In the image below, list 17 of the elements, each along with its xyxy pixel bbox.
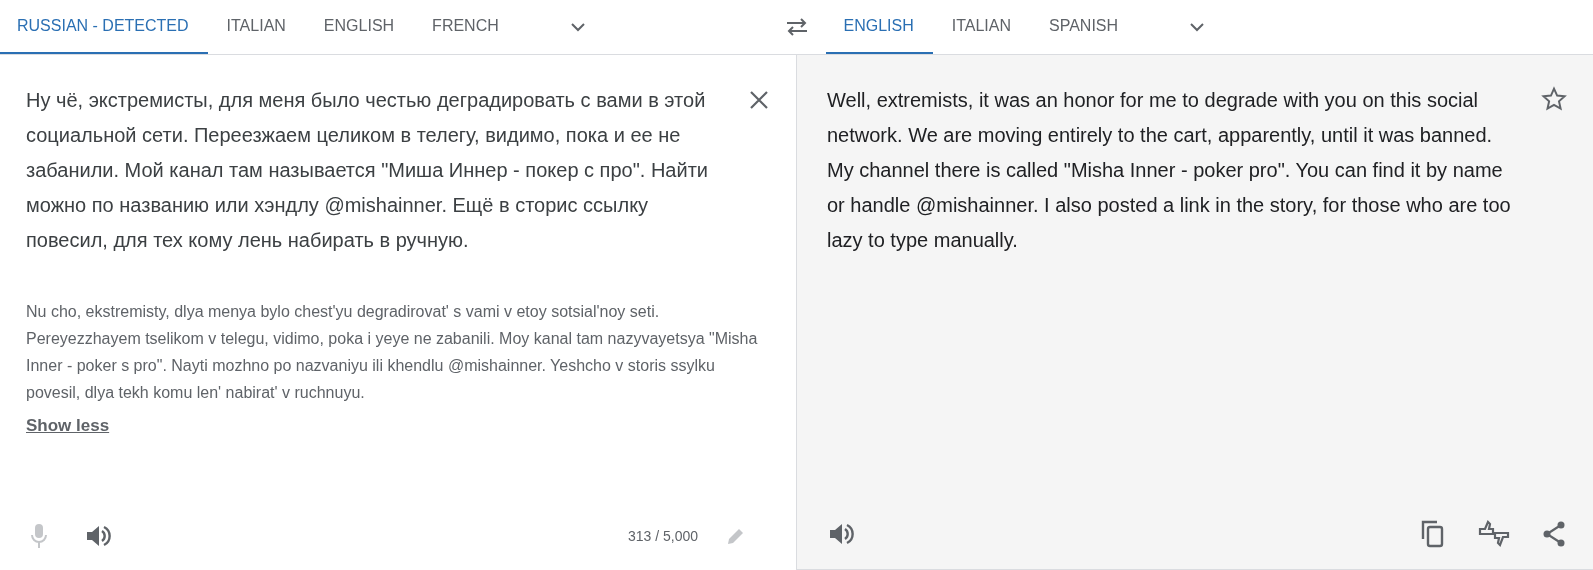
translation-text: Well, extremists, it was an honor for me to degrade with you on this social network. We are moving entirely to the cart, apparently, until it was banned. My channel there is called "Misha Inner - poker pro". You can find it by name or handle @mishainner. I also posted a link in the story, for those who are too lazy to type manually. bbox=[827, 88, 1512, 253]
share-icon[interactable] bbox=[1541, 520, 1567, 548]
language-tab[interactable]: FRENCH bbox=[413, 0, 518, 54]
language-tab[interactable]: ITALIAN bbox=[932, 0, 1030, 54]
language-tab[interactable]: RUSSIAN - DETECTED bbox=[0, 0, 208, 54]
speaker-icon[interactable] bbox=[827, 521, 855, 547]
source-text[interactable]: Ну чё, экстремисты, для меня было честью деградировать с вами в этой социальной сети. Переезжаем целиком в телегу, видимо, пока и ее не забанили. Мой канал там называется "Миша Иннер - покер с про". Найти можно по названию или хэндлу @mishainner. Ещё в сторис ссылку повесил, для тех кому лень набирать в ручную. bbox=[26, 83, 748, 258]
close-icon[interactable] bbox=[748, 89, 770, 111]
language-tab[interactable]: ITALIAN bbox=[207, 0, 305, 54]
language-tab[interactable]: ENGLISH bbox=[304, 0, 414, 54]
language-tab[interactable]: SPANISH bbox=[1030, 0, 1138, 54]
character-count: 313 / 5,000 bbox=[627, 528, 698, 544]
speaker-icon[interactable] bbox=[84, 523, 112, 549]
star-icon[interactable] bbox=[1541, 86, 1567, 112]
transliteration-text: Nu cho, ekstremisty, dlya menya bylo chest'yu degradirovat' s vami v etoy sotsial'noy seti. Pereyezzhayem tselikom v telegu, vidimo, poka i yeye ne zabanili. Moy kanal tam nazyvayetsya "Misha Inner - poker s pro". Nayti mozhno po nazvaniyu ili khendlu @mishainner. Yeshcho v storis ssylku povesil, dlya tekh komu len' nabirat' v ruchnuyu. bbox=[26, 302, 759, 403]
show-less-link[interactable]: Show less bbox=[26, 416, 110, 436]
feedback-icon[interactable] bbox=[1477, 519, 1511, 549]
